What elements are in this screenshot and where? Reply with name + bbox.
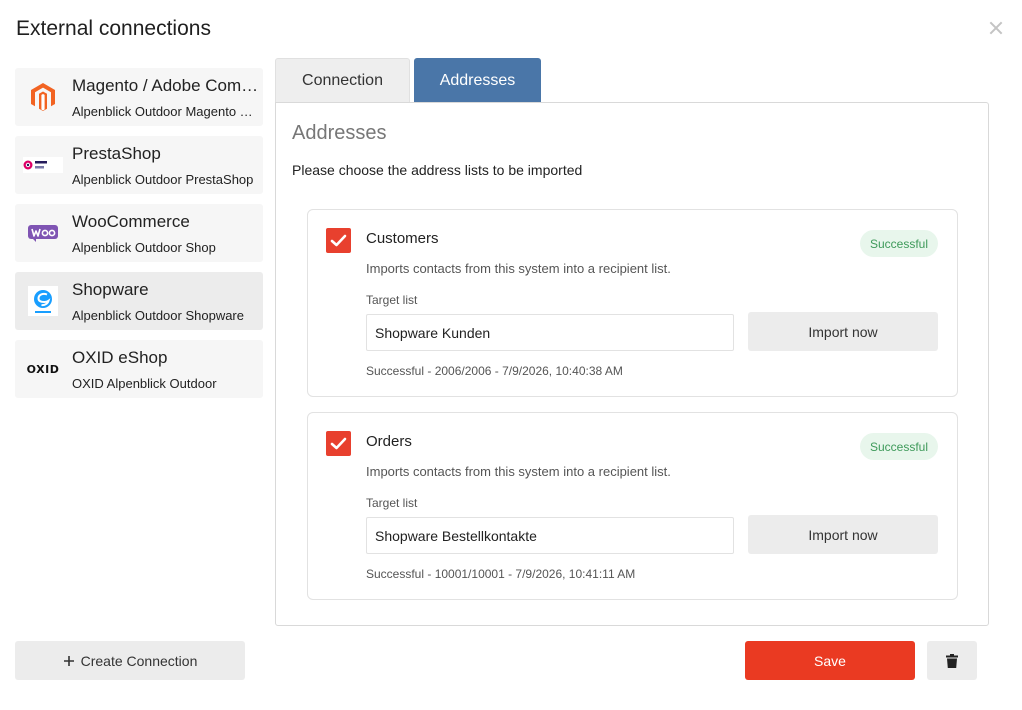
sidebar-item-subtitle: OXID Alpenblick Outdoor	[72, 376, 217, 391]
sidebar-item-name: WooCommerce	[72, 212, 190, 231]
target-list-input[interactable]	[366, 314, 734, 351]
sidebar-item-oxid[interactable]: OXID OXID eShop OXID Alpenblick Outdoor	[15, 340, 263, 398]
import-now-button[interactable]: Import now	[748, 515, 938, 554]
sidebar-item-subtitle: Alpenblick Outdoor Shop	[72, 240, 216, 255]
sidebar-item-woocommerce[interactable]: WooCommerce Alpenblick Outdoor Shop	[15, 204, 263, 262]
status-badge: Successful	[860, 230, 939, 257]
target-list-input[interactable]	[366, 517, 734, 554]
sidebar-item-prestashop[interactable]: PrestaShop Alpenblick Outdoor PrestaShop	[15, 136, 263, 194]
delete-button[interactable]	[927, 641, 977, 680]
panel-description: Please choose the address lists to be im…	[292, 162, 583, 178]
create-connection-label: Create Connection	[80, 652, 198, 669]
addresses-panel: Addresses Please choose the address list…	[275, 102, 989, 626]
sidebar-item-shopware[interactable]: Shopware Alpenblick Outdoor Shopware	[15, 272, 263, 330]
dialog-title: External connections	[16, 17, 211, 40]
shopware-logo-icon	[23, 284, 63, 318]
orders-checkbox[interactable]	[326, 431, 351, 456]
import-now-button[interactable]: Import now	[748, 312, 938, 351]
sidebar-item-subtitle: Alpenblick Outdoor Magento Shop	[72, 104, 260, 119]
card-name: Orders	[366, 433, 412, 450]
checkmark-icon	[330, 234, 347, 247]
card-description: Imports contacts from this system into a…	[366, 261, 671, 276]
save-button[interactable]: Save	[745, 641, 915, 680]
tab-connection[interactable]: Connection	[275, 58, 410, 103]
sidebar-item-name: Magento / Adobe Commerce	[72, 76, 260, 95]
external-connections-dialog: External connections Magento / Adobe Com…	[0, 0, 1022, 710]
customers-checkbox[interactable]	[326, 228, 351, 253]
sidebar-item-name: PrestaShop	[72, 144, 161, 163]
trash-icon	[946, 653, 958, 668]
panel-title: Addresses	[292, 122, 387, 144]
address-list-card-orders: Orders Successful Imports contacts from …	[307, 412, 958, 600]
plus-icon	[63, 655, 74, 666]
connections-sidebar: Magento / Adobe Commerce Alpenblick Outd…	[15, 68, 263, 408]
target-list-label: Target list	[366, 496, 418, 510]
card-description: Imports contacts from this system into a…	[366, 464, 671, 479]
oxid-logo-icon: OXID	[23, 352, 63, 386]
checkmark-icon	[330, 437, 347, 450]
address-list-card-customers: Customers Successful Imports contacts fr…	[307, 209, 958, 397]
tab-addresses[interactable]: Addresses	[414, 58, 541, 103]
import-status-text: Successful - 2006/2006 - 7/9/2026, 10:40…	[366, 364, 623, 378]
prestashop-logo-icon	[23, 148, 63, 182]
magento-logo-icon	[23, 80, 63, 114]
sidebar-item-subtitle: Alpenblick Outdoor Shopware	[72, 308, 244, 323]
sidebar-item-subtitle: Alpenblick Outdoor PrestaShop	[72, 172, 254, 187]
oxid-logo-text: OXID	[26, 362, 60, 376]
sidebar-item-magento[interactable]: Magento / Adobe Commerce Alpenblick Outd…	[15, 68, 263, 126]
target-list-label: Target list	[366, 293, 418, 307]
sidebar-item-name: Shopware	[72, 280, 149, 299]
status-badge: Successful	[860, 433, 939, 460]
create-connection-button[interactable]: Create Connection	[15, 641, 245, 680]
import-status-text: Successful - 10001/10001 - 7/9/2026, 10:…	[366, 567, 636, 581]
sidebar-item-name: OXID eShop	[72, 348, 168, 367]
close-icon[interactable]	[986, 18, 1006, 38]
card-name: Customers	[366, 230, 439, 247]
woocommerce-logo-icon	[23, 216, 63, 250]
